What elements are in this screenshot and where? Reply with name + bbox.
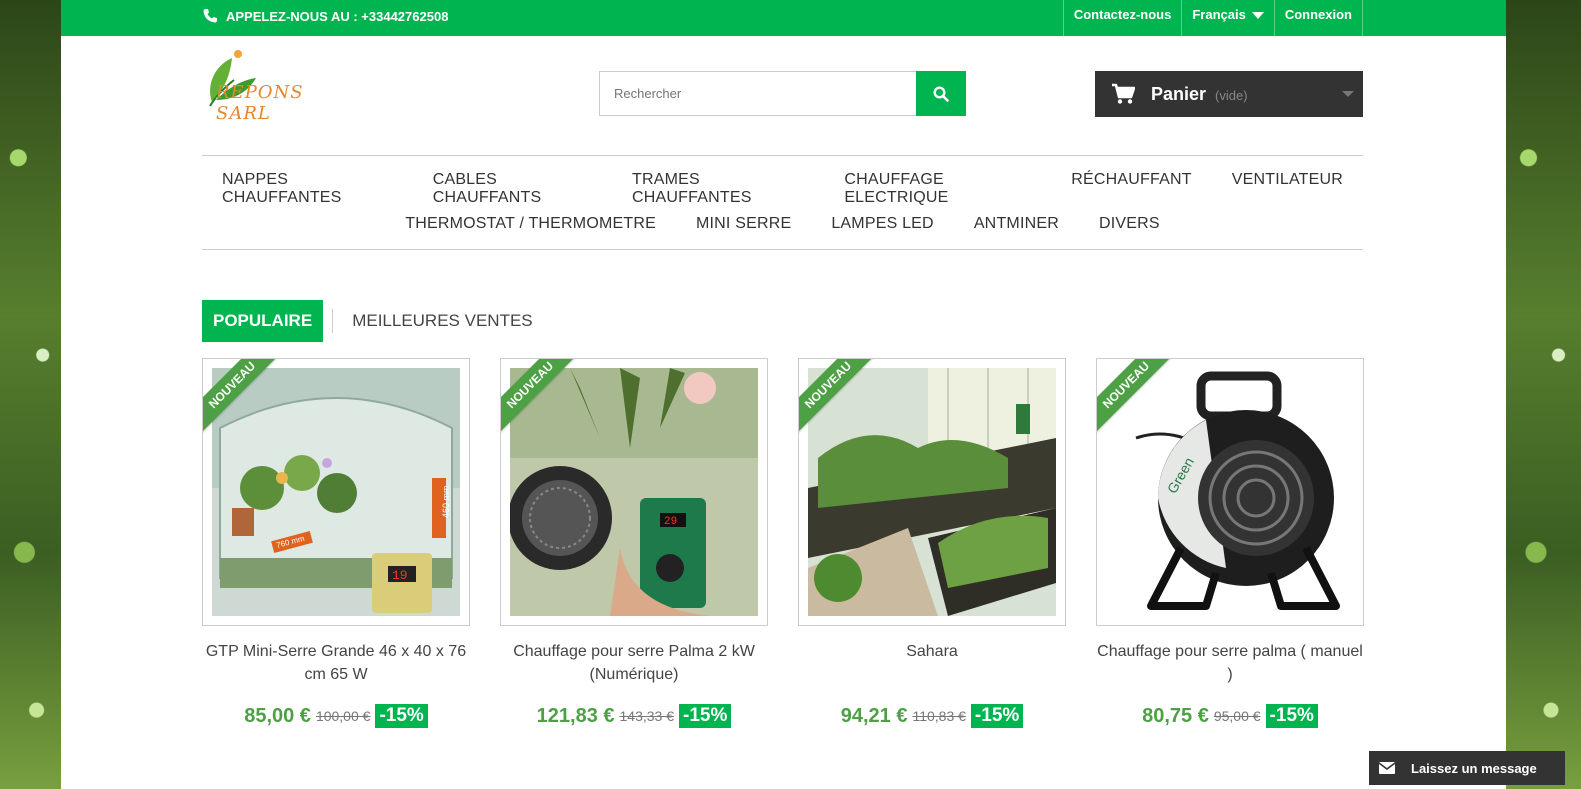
nav-item-lampes-led[interactable]: LAMPES LED: [831, 215, 933, 233]
nav-row: NAPPES CHAUFFANTES CABLES CHAUFFANTS TRA…: [202, 171, 1363, 207]
nav-row: THERMOSTAT / THERMOMETRE MINI SERRE LAMP…: [202, 215, 1363, 233]
product-price: 85,00 €: [244, 704, 311, 727]
product-image-link[interactable]: 29 NOUVEAU: [500, 358, 768, 626]
chat-label: Laissez un message: [1411, 760, 1537, 776]
discount-badge: -15%: [970, 704, 1024, 728]
chat-widget-button[interactable]: Laissez un message: [1369, 751, 1565, 785]
nav-item-chauffage-electrique[interactable]: CHAUFFAGE ELECTRIQUE: [844, 171, 1031, 207]
product-name[interactable]: Sahara: [798, 640, 1066, 686]
discount-badge: -15%: [1265, 704, 1318, 728]
discount-badge: -15%: [375, 704, 428, 728]
product-image: Green: [1106, 368, 1354, 616]
product-card: Green NOUVEAU Chauffage pour serre palma…: [1096, 358, 1364, 728]
search-bar: [599, 71, 966, 116]
background-forest-left: [0, 0, 61, 789]
cart-label: Panier: [1151, 83, 1207, 104]
product-grid: 460 mm 760 mm 19 NOUVEAU GTP Mini-Serre …: [202, 358, 1364, 758]
login-link[interactable]: Connexion: [1273, 0, 1363, 36]
product-old-price: 100,00 €: [315, 708, 371, 724]
nav-item-nappes-chauffantes[interactable]: NAPPES CHAUFFANTES: [222, 171, 393, 207]
product-price: 80,75 €: [1142, 704, 1209, 727]
product-old-price: 95,00 €: [1213, 708, 1261, 724]
chevron-down-icon: [1251, 12, 1264, 19]
svg-text:29: 29: [664, 516, 677, 528]
nav-item-mini-serre[interactable]: MINI SERRE: [696, 215, 791, 233]
main-navigation: NAPPES CHAUFFANTES CABLES CHAUFFANTS TRA…: [202, 155, 1363, 250]
product-image: [808, 368, 1056, 616]
shopping-cart-icon: [1112, 83, 1135, 104]
nav-item-thermostat[interactable]: THERMOSTAT / THERMOMETRE: [405, 215, 656, 233]
product-prices: 85,00 € 100,00 € -15%: [202, 704, 470, 728]
svg-text:19: 19: [392, 568, 408, 583]
top-bar: APPELEZ-NOUS AU : +33442762508 Contactez…: [61, 0, 1506, 36]
product-tabs: POPULAIRE MEILLEURES VENTES: [202, 300, 533, 342]
phone-info: APPELEZ-NOUS AU : +33442762508: [202, 8, 448, 24]
product-old-price: 143,33 €: [619, 708, 675, 724]
product-old-price: 110,83 €: [912, 708, 966, 724]
product-price: 94,21 €: [840, 704, 908, 727]
product-prices: 94,21 € 110,83 € -15%: [798, 704, 1066, 728]
tab-meilleures-ventes[interactable]: MEILLEURES VENTES: [352, 311, 532, 331]
svg-text:460 mm: 460 mm: [441, 485, 451, 518]
discount-badge: -15%: [679, 704, 732, 728]
language-label: Français: [1192, 7, 1246, 22]
chevron-down-icon: [1342, 91, 1354, 97]
nav-item-divers[interactable]: DIVERS: [1099, 215, 1160, 233]
tab-divider: [332, 309, 334, 333]
product-name[interactable]: Chauffage pour serre palma ( manuel ): [1096, 640, 1364, 686]
product-image-link[interactable]: Green NOUVEAU: [1096, 358, 1364, 626]
product-name[interactable]: GTP Mini-Serre Grande 46 x 40 x 76 cm 65…: [202, 640, 470, 686]
product-card: 460 mm 760 mm 19 NOUVEAU GTP Mini-Serre …: [202, 358, 470, 728]
product-card: NOUVEAU Sahara 94,21 € 110,83 € -15%: [798, 358, 1066, 728]
nav-item-ventilateur[interactable]: VENTILATEUR: [1232, 171, 1343, 207]
product-prices: 80,75 € 95,00 € -15%: [1096, 704, 1364, 728]
envelope-icon: [1379, 762, 1395, 774]
search-icon: [933, 85, 949, 102]
top-links: Contactez-nous Français Connexion: [1062, 0, 1363, 36]
product-image-link[interactable]: 460 mm 760 mm 19 NOUVEAU: [202, 358, 470, 626]
product-prices: 121,83 € 143,33 € -15%: [500, 704, 768, 728]
cart-status: (vide): [1215, 88, 1248, 103]
product-image-link[interactable]: NOUVEAU: [798, 358, 1066, 626]
product-price: 121,83 €: [536, 704, 615, 727]
search-button[interactable]: [916, 71, 966, 116]
logo-text: REPONS SARL: [216, 82, 304, 124]
nav-item-trames-chauffantes[interactable]: TRAMES CHAUFFANTES: [632, 171, 804, 207]
product-image: 460 mm 760 mm 19: [212, 368, 460, 616]
search-input[interactable]: [600, 72, 916, 115]
background-forest-right: [1506, 0, 1581, 789]
product-card: 29 NOUVEAU Chauffage pour serre Palma 2 …: [500, 358, 768, 728]
page-container: APPELEZ-NOUS AU : +33442762508 Contactez…: [61, 0, 1506, 789]
nav-item-cables-chauffants[interactable]: CABLES CHAUFFANTS: [433, 171, 592, 207]
contact-link[interactable]: Contactez-nous: [1062, 0, 1182, 36]
nav-item-rechauffant[interactable]: RÉCHAUFFANT: [1071, 171, 1191, 207]
product-image: 29: [510, 368, 758, 616]
cart-button[interactable]: Panier (vide): [1095, 71, 1363, 117]
product-name[interactable]: Chauffage pour serre Palma 2 kW (Numériq…: [500, 640, 768, 686]
language-selector[interactable]: Français: [1181, 0, 1273, 36]
phone-icon: [203, 9, 217, 23]
tab-populaire[interactable]: POPULAIRE: [202, 300, 324, 342]
nav-item-antminer[interactable]: ANTMINER: [974, 215, 1059, 233]
phone-text: APPELEZ-NOUS AU : +33442762508: [226, 8, 449, 24]
site-logo[interactable]: REPONS SARL: [202, 48, 362, 124]
